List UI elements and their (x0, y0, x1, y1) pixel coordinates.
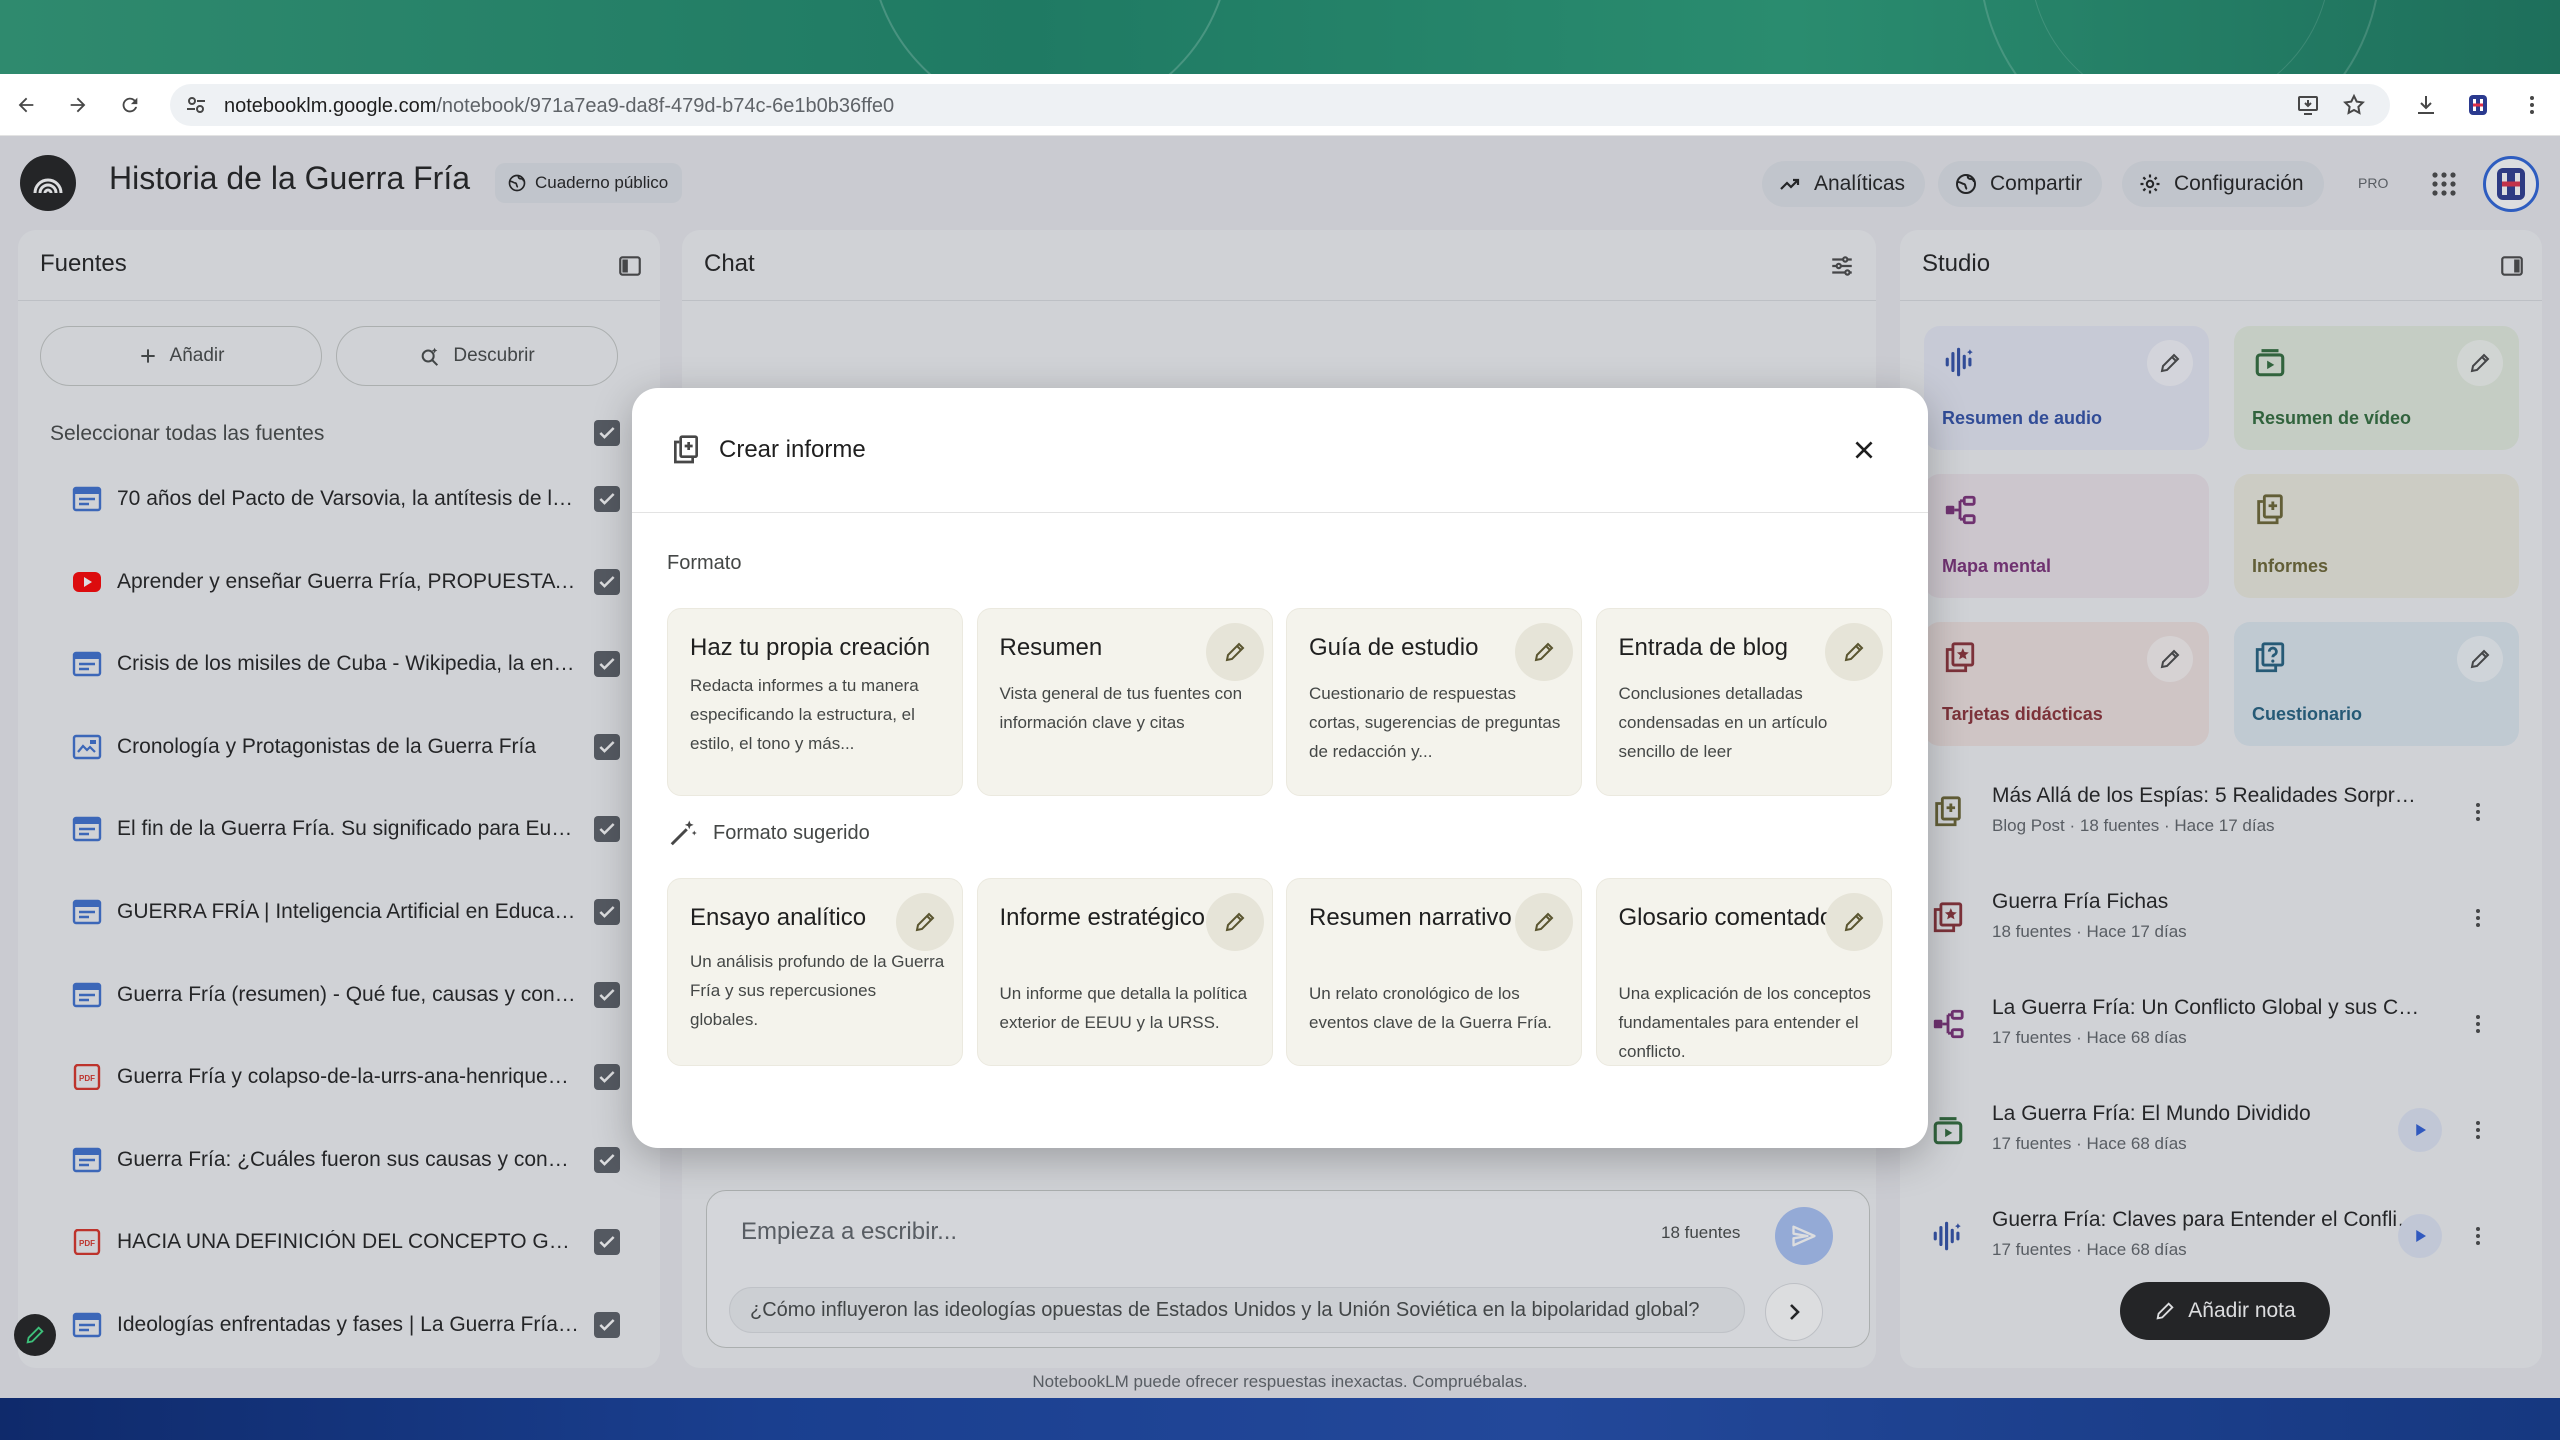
report-format-card[interactable]: Haz tu propia creación Redacta informes … (667, 608, 963, 796)
card-description: Redacta informes a tu manera especifican… (690, 676, 919, 753)
edit-prompt-button[interactable] (1515, 623, 1573, 681)
card-title: Entrada de blog (1618, 634, 1788, 661)
card-title: Haz tu propia creación (690, 634, 931, 661)
desktop-wallpaper-bottom (0, 1398, 2560, 1440)
report-format-card[interactable]: Resumen Vista general de tus fuentes con… (976, 608, 1273, 796)
browser-menu-icon[interactable] (2514, 87, 2550, 123)
site-info-icon[interactable] (184, 93, 208, 117)
card-title: Informe estratégico (999, 904, 1205, 931)
pencil-icon (1532, 640, 1556, 664)
card-description: Vista general de tus fuentes con informa… (999, 684, 1243, 732)
address-bar[interactable]: notebooklm.google.com/notebook/971a7ea9-… (170, 84, 2390, 126)
wallpaper-decoration (879, 0, 2377, 74)
card-description: Un relato cronológico de los eventos cla… (1309, 984, 1552, 1032)
edit-prompt-button[interactable] (896, 893, 954, 951)
forward-icon[interactable] (60, 87, 96, 123)
create-report-dialog: Crear informe Formato Haz tu propia crea… (632, 388, 1928, 1148)
report-format-card[interactable]: Guía de estudio Cuestionario de respuest… (1286, 608, 1582, 796)
edit-prompt-button[interactable] (1205, 893, 1264, 951)
card-description: Conclusiones detalladas condensadas en u… (1618, 684, 1828, 761)
close-icon[interactable] (1844, 430, 1884, 470)
card-title: Ensayo analítico (690, 904, 867, 931)
report-format-card[interactable]: Entrada de blog Conclusiones detalladas … (1595, 608, 1892, 796)
dialog-title: Crear informe (719, 436, 866, 463)
back-icon[interactable] (8, 87, 44, 123)
install-app-icon[interactable] (2290, 87, 2326, 123)
extension-icon[interactable] (2460, 87, 2496, 123)
card-title: Glosario comentado (1618, 904, 1834, 931)
card-description: Un análisis profundo de la Guerra Fría y… (690, 952, 945, 1029)
desktop-wallpaper-top (0, 0, 2560, 74)
card-title: Resumen (999, 634, 1103, 661)
pencil-icon (1532, 910, 1556, 934)
report-format-card[interactable]: Resumen narrativo Un relato cronológico … (1286, 878, 1582, 1066)
bookmark-star-icon[interactable] (2336, 87, 2372, 123)
pencil-icon (1223, 910, 1247, 934)
pencil-icon (1223, 640, 1247, 664)
edit-prompt-button[interactable] (1205, 623, 1264, 681)
report-format-card[interactable]: Ensayo analítico Un análisis profundo de… (667, 878, 963, 1066)
pencil-icon (1842, 640, 1866, 664)
dialog-divider (632, 512, 1928, 513)
card-title: Guía de estudio (1309, 634, 1479, 661)
reload-icon[interactable] (112, 87, 148, 123)
edit-prompt-button[interactable] (1515, 893, 1573, 951)
edit-prompt-button[interactable] (1824, 893, 1883, 951)
suggested-section-label: Formato sugerido (713, 822, 870, 844)
format-section-label: Formato (667, 552, 742, 574)
url-host: notebooklm.google.com (224, 95, 437, 117)
pencil-icon (913, 910, 937, 934)
report-format-card[interactable]: Informe estratégico Un informe que detal… (976, 878, 1273, 1066)
pencil-icon (1842, 910, 1866, 934)
browser-toolbar: notebooklm.google.com/notebook/971a7ea9-… (0, 74, 2560, 136)
magic-wand-icon (668, 818, 698, 848)
report-format-card[interactable]: Glosario comentado Una explicación de lo… (1595, 878, 1892, 1066)
url-text: notebooklm.google.com/notebook/971a7ea9-… (224, 95, 894, 118)
edit-prompt-button[interactable] (1824, 623, 1883, 681)
card-description: Una explicación de los conceptos fundame… (1618, 984, 1871, 1061)
card-title: Resumen narrativo (1309, 904, 1512, 931)
card-description: Un informe que detalla la política exter… (999, 984, 1248, 1032)
card-description: Cuestionario de respuestas cortas, suger… (1309, 684, 1561, 761)
downloads-icon[interactable] (2408, 87, 2444, 123)
url-path: /notebook/971a7ea9-da8f-479d-b74c-6e1b0b… (436, 95, 895, 117)
report-icon (668, 432, 704, 468)
